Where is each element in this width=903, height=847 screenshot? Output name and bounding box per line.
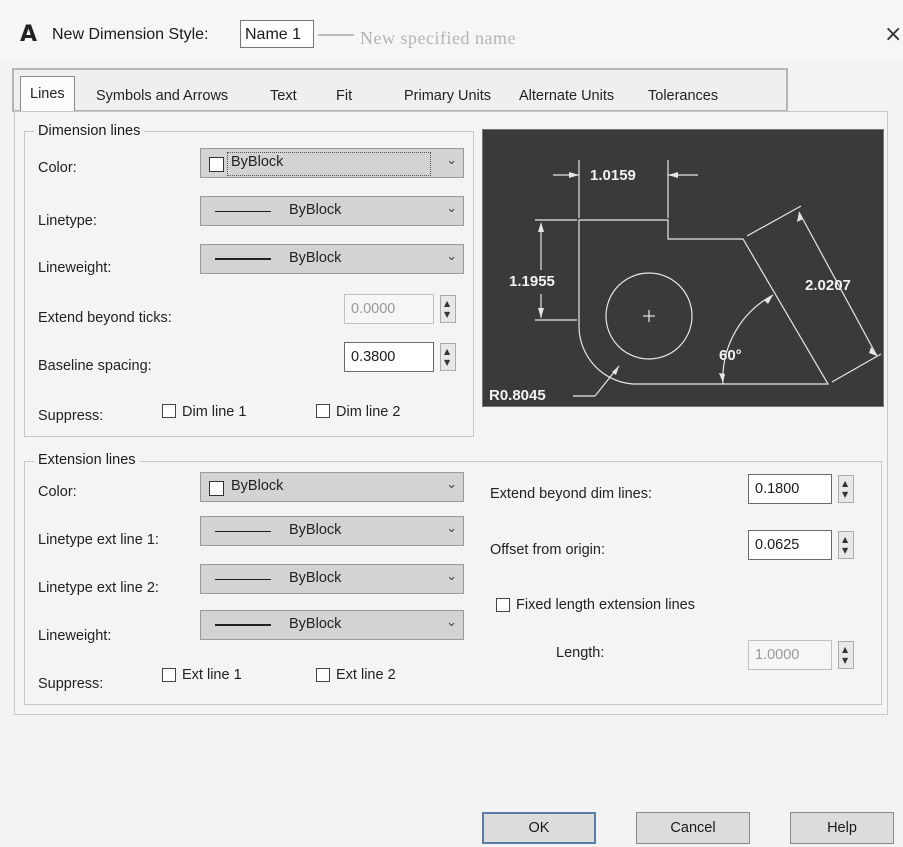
dim-line2-checkbox[interactable] xyxy=(316,404,330,418)
extend-beyond-ticks-input[interactable]: 0.0000 xyxy=(344,294,434,324)
chevron-down-icon: ⌄ xyxy=(446,615,457,630)
dim-linetype-value: ByBlock xyxy=(289,202,342,218)
tab-bar: Lines Symbols and Arrows Text Fit Primar… xyxy=(12,68,788,112)
baseline-spacing-label: Baseline spacing: xyxy=(38,358,152,374)
tab-symbols-and-arrows[interactable]: Symbols and Arrows xyxy=(96,88,228,104)
ext-lineweight-value: ByBlock xyxy=(289,616,342,632)
dim-lineweight-value: ByBlock xyxy=(289,250,342,266)
chevron-down-icon: ⌄ xyxy=(446,477,457,492)
ok-button[interactable]: OK xyxy=(482,812,596,844)
linetype-ext2-value: ByBlock xyxy=(289,570,342,586)
chevron-down-icon: ⌄ xyxy=(446,569,457,584)
style-name-field: Name 1 xyxy=(240,20,314,48)
offset-from-origin-label: Offset from origin: xyxy=(490,542,605,558)
extend-beyond-dim-lines-spinner[interactable]: ▲ ▼ xyxy=(838,475,854,503)
extend-beyond-dim-lines-label: Extend beyond dim lines: xyxy=(490,486,653,502)
ext-color-label: Color: xyxy=(38,484,77,500)
length-label: Length: xyxy=(556,645,605,661)
lineweight-sample-icon xyxy=(215,258,271,260)
dim-color-label: Color: xyxy=(38,160,77,176)
offset-from-origin-spinner[interactable]: ▲ ▼ xyxy=(838,531,854,559)
extend-beyond-dim-lines-input[interactable]: 0.1800 xyxy=(748,474,832,504)
baseline-spacing-spinner[interactable]: ▲ ▼ xyxy=(440,343,456,371)
ext-line1-label: Ext line 1 xyxy=(182,667,242,683)
linetype-ext2-label: Linetype ext line 2: xyxy=(38,580,159,596)
dim-line2-label: Dim line 2 xyxy=(336,404,401,420)
linetype-sample-icon xyxy=(215,579,271,580)
close-icon[interactable]: × xyxy=(884,22,902,47)
linetype-ext1-combo[interactable]: ByBlock ⌄ xyxy=(200,516,464,546)
ext-line1-checkbox[interactable] xyxy=(162,668,176,682)
length-input[interactable]: 1.0000 xyxy=(748,640,832,670)
chevron-down-icon: ⌄ xyxy=(446,249,457,264)
chevron-down-icon: ⌄ xyxy=(446,201,457,216)
tab-fit[interactable]: Fit xyxy=(336,88,352,104)
autocad-a-icon: A xyxy=(20,22,38,47)
ext-suppress-label: Suppress: xyxy=(38,676,104,692)
ext-line2-label: Ext line 2 xyxy=(336,667,396,683)
lineweight-sample-icon xyxy=(215,624,271,626)
callout-line xyxy=(318,34,354,36)
dim-radius-label: R0.8045 xyxy=(489,387,546,404)
dim-linetype-label: Linetype: xyxy=(38,213,97,229)
color-swatch xyxy=(209,481,224,496)
linetype-ext1-value: ByBlock xyxy=(289,522,342,538)
extend-beyond-ticks-label: Extend beyond ticks: xyxy=(38,310,172,326)
chevron-down-icon: ⌄ xyxy=(446,521,457,536)
ext-color-combo[interactable]: ByBlock ⌄ xyxy=(200,472,464,502)
dim-lineweight-combo[interactable]: ByBlock ⌄ xyxy=(200,244,464,274)
dimension-preview: 1.0159 1.1955 2.0207 60° R0.8045 xyxy=(482,129,884,407)
preview-drawing: 1.0159 1.1955 2.0207 60° R0.8045 xyxy=(489,160,882,404)
linetype-sample-icon xyxy=(215,531,271,532)
dim-lineweight-label: Lineweight: xyxy=(38,260,112,276)
dim-angle-label: 60° xyxy=(719,347,742,364)
dim-color-value: ByBlock xyxy=(231,154,284,170)
dim-top-label: 1.0159 xyxy=(590,167,636,184)
extension-lines-title: Extension lines xyxy=(34,452,140,468)
color-swatch xyxy=(209,157,224,172)
linetype-ext2-combo[interactable]: ByBlock ⌄ xyxy=(200,564,464,594)
dim-line1-checkbox[interactable] xyxy=(162,404,176,418)
tab-lines[interactable]: Lines xyxy=(20,76,75,111)
dim-linetype-combo[interactable]: ByBlock ⌄ xyxy=(200,196,464,226)
tab-primary-units[interactable]: Primary Units xyxy=(404,88,491,104)
ext-line2-checkbox[interactable] xyxy=(316,668,330,682)
ext-color-value: ByBlock xyxy=(231,478,284,494)
ext-lineweight-label: Lineweight: xyxy=(38,628,112,644)
fixed-length-checkbox[interactable] xyxy=(496,598,510,612)
tab-text[interactable]: Text xyxy=(270,88,297,104)
length-spinner[interactable]: ▲ ▼ xyxy=(838,641,854,669)
tab-alternate-units[interactable]: Alternate Units xyxy=(519,88,614,104)
chevron-down-icon: ⌄ xyxy=(446,153,457,168)
extend-beyond-ticks-spinner[interactable]: ▲ ▼ xyxy=(440,295,456,323)
dim-left-label: 1.1955 xyxy=(509,273,555,290)
linetype-ext1-label: Linetype ext line 1: xyxy=(38,532,159,548)
window-title: New Dimension Style: xyxy=(52,26,209,43)
offset-from-origin-input[interactable]: 0.0625 xyxy=(748,530,832,560)
help-button[interactable]: Help xyxy=(790,812,894,844)
linetype-sample-icon xyxy=(215,211,271,212)
ext-lineweight-combo[interactable]: ByBlock ⌄ xyxy=(200,610,464,640)
dimension-lines-title: Dimension lines xyxy=(34,123,145,139)
dim-color-combo[interactable]: ByBlock ⌄ xyxy=(200,148,464,178)
fixed-length-label: Fixed length extension lines xyxy=(516,597,695,613)
dim-right-label: 2.0207 xyxy=(805,277,851,294)
dim-line1-label: Dim line 1 xyxy=(182,404,247,420)
cancel-button[interactable]: Cancel xyxy=(636,812,750,844)
callout-annotation: New specified name xyxy=(360,28,516,48)
tab-tolerances[interactable]: Tolerances xyxy=(648,88,718,104)
baseline-spacing-input[interactable]: 0.3800 xyxy=(344,342,434,372)
dim-suppress-label: Suppress: xyxy=(38,408,104,424)
